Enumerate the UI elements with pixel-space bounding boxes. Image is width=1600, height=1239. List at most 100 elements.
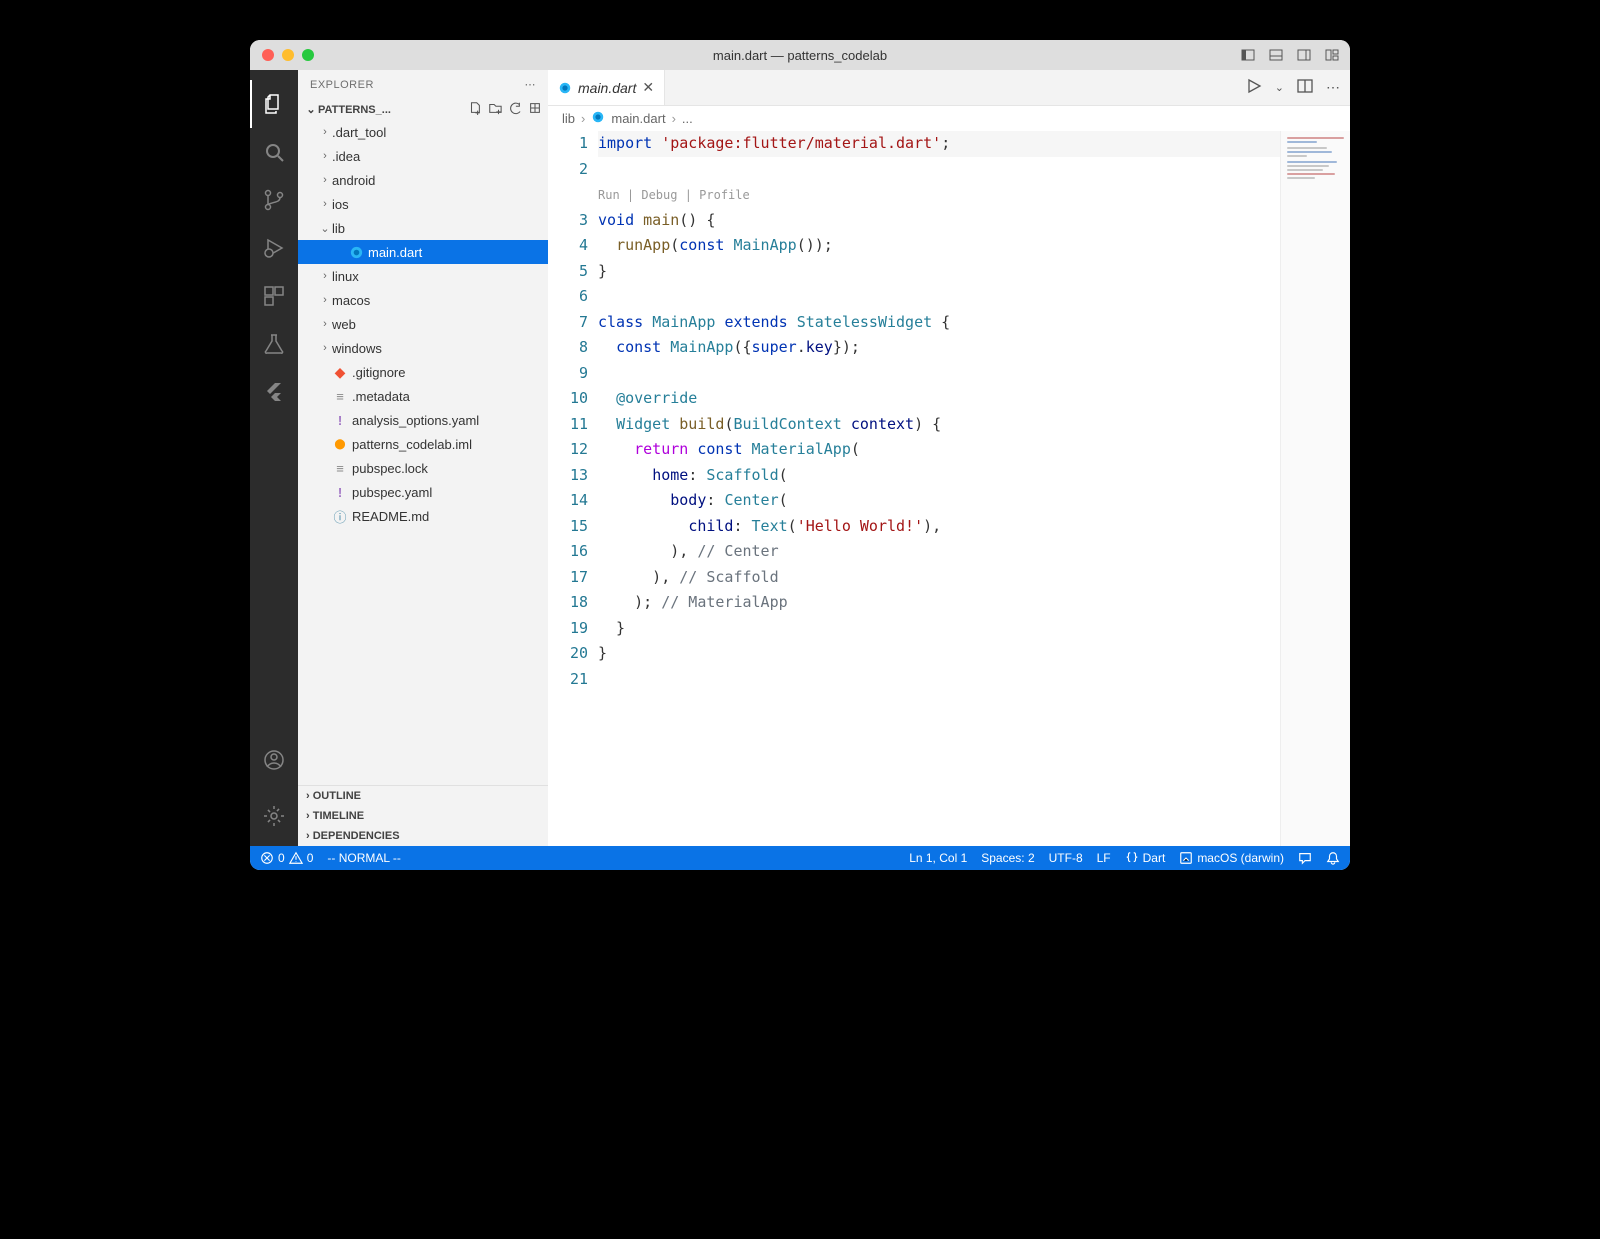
split-editor-icon[interactable] bbox=[1296, 77, 1314, 98]
code-line[interactable] bbox=[598, 667, 1280, 693]
codelens[interactable]: Run | Debug | Profile bbox=[598, 182, 1280, 208]
status-problems[interactable]: 0 0 bbox=[260, 851, 313, 865]
activity-debug[interactable] bbox=[250, 224, 298, 272]
code-line[interactable]: child: Text('Hello World!'), bbox=[598, 514, 1280, 540]
folder-item[interactable]: ›linux bbox=[298, 264, 548, 288]
code-line[interactable]: Widget build(BuildContext context) { bbox=[598, 412, 1280, 438]
code-line[interactable]: void main() { bbox=[598, 208, 1280, 234]
activity-search[interactable] bbox=[250, 128, 298, 176]
code-line[interactable]: import 'package:flutter/material.dart'; bbox=[598, 131, 1280, 157]
line-number: 14 bbox=[548, 488, 588, 514]
code-line[interactable]: } bbox=[598, 616, 1280, 642]
line-number: 2 bbox=[548, 157, 588, 183]
code-editor[interactable]: 123456789101112131415161718192021 import… bbox=[548, 131, 1280, 846]
status-eol[interactable]: LF bbox=[1097, 851, 1111, 865]
code-line[interactable]: home: Scaffold( bbox=[598, 463, 1280, 489]
section-outline[interactable]: › OUTLINE bbox=[298, 786, 548, 806]
code-line[interactable]: class MainApp extends StatelessWidget { bbox=[598, 310, 1280, 336]
activity-flutter[interactable] bbox=[250, 368, 298, 416]
folder-item[interactable]: ›android bbox=[298, 168, 548, 192]
activity-settings[interactable] bbox=[250, 792, 298, 840]
panel-left-icon[interactable] bbox=[1240, 47, 1256, 63]
tree-label: README.md bbox=[352, 509, 429, 524]
run-icon[interactable] bbox=[1245, 77, 1263, 98]
folder-item[interactable]: ›windows bbox=[298, 336, 548, 360]
file-item[interactable]: !analysis_options.yaml bbox=[298, 408, 548, 432]
activity-explorer[interactable] bbox=[250, 80, 298, 128]
code-line[interactable]: ), // Center bbox=[598, 539, 1280, 565]
chevron-down-icon[interactable]: ⌄ bbox=[1275, 81, 1284, 94]
folder-item[interactable]: ›macos bbox=[298, 288, 548, 312]
panel-bottom-icon[interactable] bbox=[1268, 47, 1284, 63]
chevron-icon: › bbox=[318, 318, 332, 330]
status-device[interactable]: macOS (darwin) bbox=[1179, 851, 1284, 865]
chevron-icon: › bbox=[318, 150, 332, 162]
new-file-icon[interactable] bbox=[468, 101, 482, 118]
refresh-icon[interactable] bbox=[508, 101, 522, 118]
file-item[interactable]: main.dart bbox=[298, 240, 548, 264]
activity-account[interactable] bbox=[250, 736, 298, 784]
section-timeline[interactable]: › TIMELINE bbox=[298, 806, 548, 826]
code-line[interactable]: runApp(const MainApp()); bbox=[598, 233, 1280, 259]
code-content[interactable]: import 'package:flutter/material.dart'; R… bbox=[598, 131, 1280, 846]
tab-bar: main.dart ✕ ⌄ ⋯ bbox=[548, 70, 1350, 106]
section-dependencies[interactable]: › DEPENDENCIES bbox=[298, 826, 548, 846]
file-item[interactable]: !pubspec.yaml bbox=[298, 480, 548, 504]
folder-item[interactable]: ›.dart_tool bbox=[298, 120, 548, 144]
activity-extensions[interactable] bbox=[250, 272, 298, 320]
breadcrumb-seg[interactable]: lib bbox=[562, 111, 575, 126]
file-icon: ⓘ bbox=[332, 508, 348, 524]
code-line[interactable] bbox=[598, 157, 1280, 183]
folder-item[interactable]: ›.idea bbox=[298, 144, 548, 168]
file-item[interactable]: ≡pubspec.lock bbox=[298, 456, 548, 480]
code-line[interactable] bbox=[598, 284, 1280, 310]
activity-scm[interactable] bbox=[250, 176, 298, 224]
chevron-icon: › bbox=[318, 342, 332, 354]
line-number: 11 bbox=[548, 412, 588, 438]
new-folder-icon[interactable] bbox=[488, 101, 502, 118]
status-indent[interactable]: Spaces: 2 bbox=[981, 851, 1034, 865]
folder-item[interactable]: ⌄lib bbox=[298, 216, 548, 240]
code-line[interactable]: } bbox=[598, 259, 1280, 285]
breadcrumb-seg[interactable]: ... bbox=[682, 111, 693, 126]
status-bell-icon[interactable] bbox=[1326, 851, 1340, 865]
line-number: 13 bbox=[548, 463, 588, 489]
more-icon[interactable]: ⋯ bbox=[1326, 79, 1340, 96]
tab-main-dart[interactable]: main.dart ✕ bbox=[548, 70, 665, 105]
folder-item[interactable]: ›web bbox=[298, 312, 548, 336]
line-number: 17 bbox=[548, 565, 588, 591]
breadcrumb-seg[interactable]: main.dart bbox=[611, 111, 665, 126]
code-line[interactable]: ); // MaterialApp bbox=[598, 590, 1280, 616]
status-encoding[interactable]: UTF-8 bbox=[1049, 851, 1083, 865]
project-header[interactable]: ⌄ PATTERNS_... bbox=[298, 99, 548, 120]
panel-right-icon[interactable] bbox=[1296, 47, 1312, 63]
breadcrumb[interactable]: lib › main.dart › ... bbox=[548, 106, 1350, 131]
vscode-window: main.dart — patterns_codelab EXPLORER ⋯ bbox=[250, 40, 1350, 870]
sidebar-bottom: › OUTLINE › TIMELINE › DEPENDENCIES bbox=[298, 785, 548, 846]
status-feedback-icon[interactable] bbox=[1298, 851, 1312, 865]
close-icon[interactable]: ✕ bbox=[642, 79, 654, 96]
status-language[interactable]: Dart bbox=[1125, 851, 1166, 865]
file-item[interactable]: ⬤patterns_codelab.iml bbox=[298, 432, 548, 456]
file-item[interactable]: ≡.metadata bbox=[298, 384, 548, 408]
file-item[interactable]: ⓘ README.md bbox=[298, 504, 548, 528]
file-item[interactable]: ◆.gitignore bbox=[298, 360, 548, 384]
activity-testing[interactable] bbox=[250, 320, 298, 368]
file-icon: ⬤ bbox=[332, 436, 348, 452]
status-position[interactable]: Ln 1, Col 1 bbox=[909, 851, 967, 865]
code-line[interactable]: return const MaterialApp( bbox=[598, 437, 1280, 463]
sidebar-more-icon[interactable]: ⋯ bbox=[525, 78, 537, 91]
code-line[interactable]: @override bbox=[598, 386, 1280, 412]
code-line[interactable]: const MainApp({super.key}); bbox=[598, 335, 1280, 361]
tree-label: .idea bbox=[332, 149, 360, 164]
line-number: 21 bbox=[548, 667, 588, 693]
folder-item[interactable]: ›ios bbox=[298, 192, 548, 216]
collapse-icon[interactable] bbox=[528, 101, 542, 118]
chevron-icon: › bbox=[318, 174, 332, 186]
customize-layout-icon[interactable] bbox=[1324, 47, 1340, 63]
code-line[interactable]: ), // Scaffold bbox=[598, 565, 1280, 591]
code-line[interactable]: body: Center( bbox=[598, 488, 1280, 514]
minimap[interactable] bbox=[1280, 131, 1350, 846]
code-line[interactable]: } bbox=[598, 641, 1280, 667]
code-line[interactable] bbox=[598, 361, 1280, 387]
